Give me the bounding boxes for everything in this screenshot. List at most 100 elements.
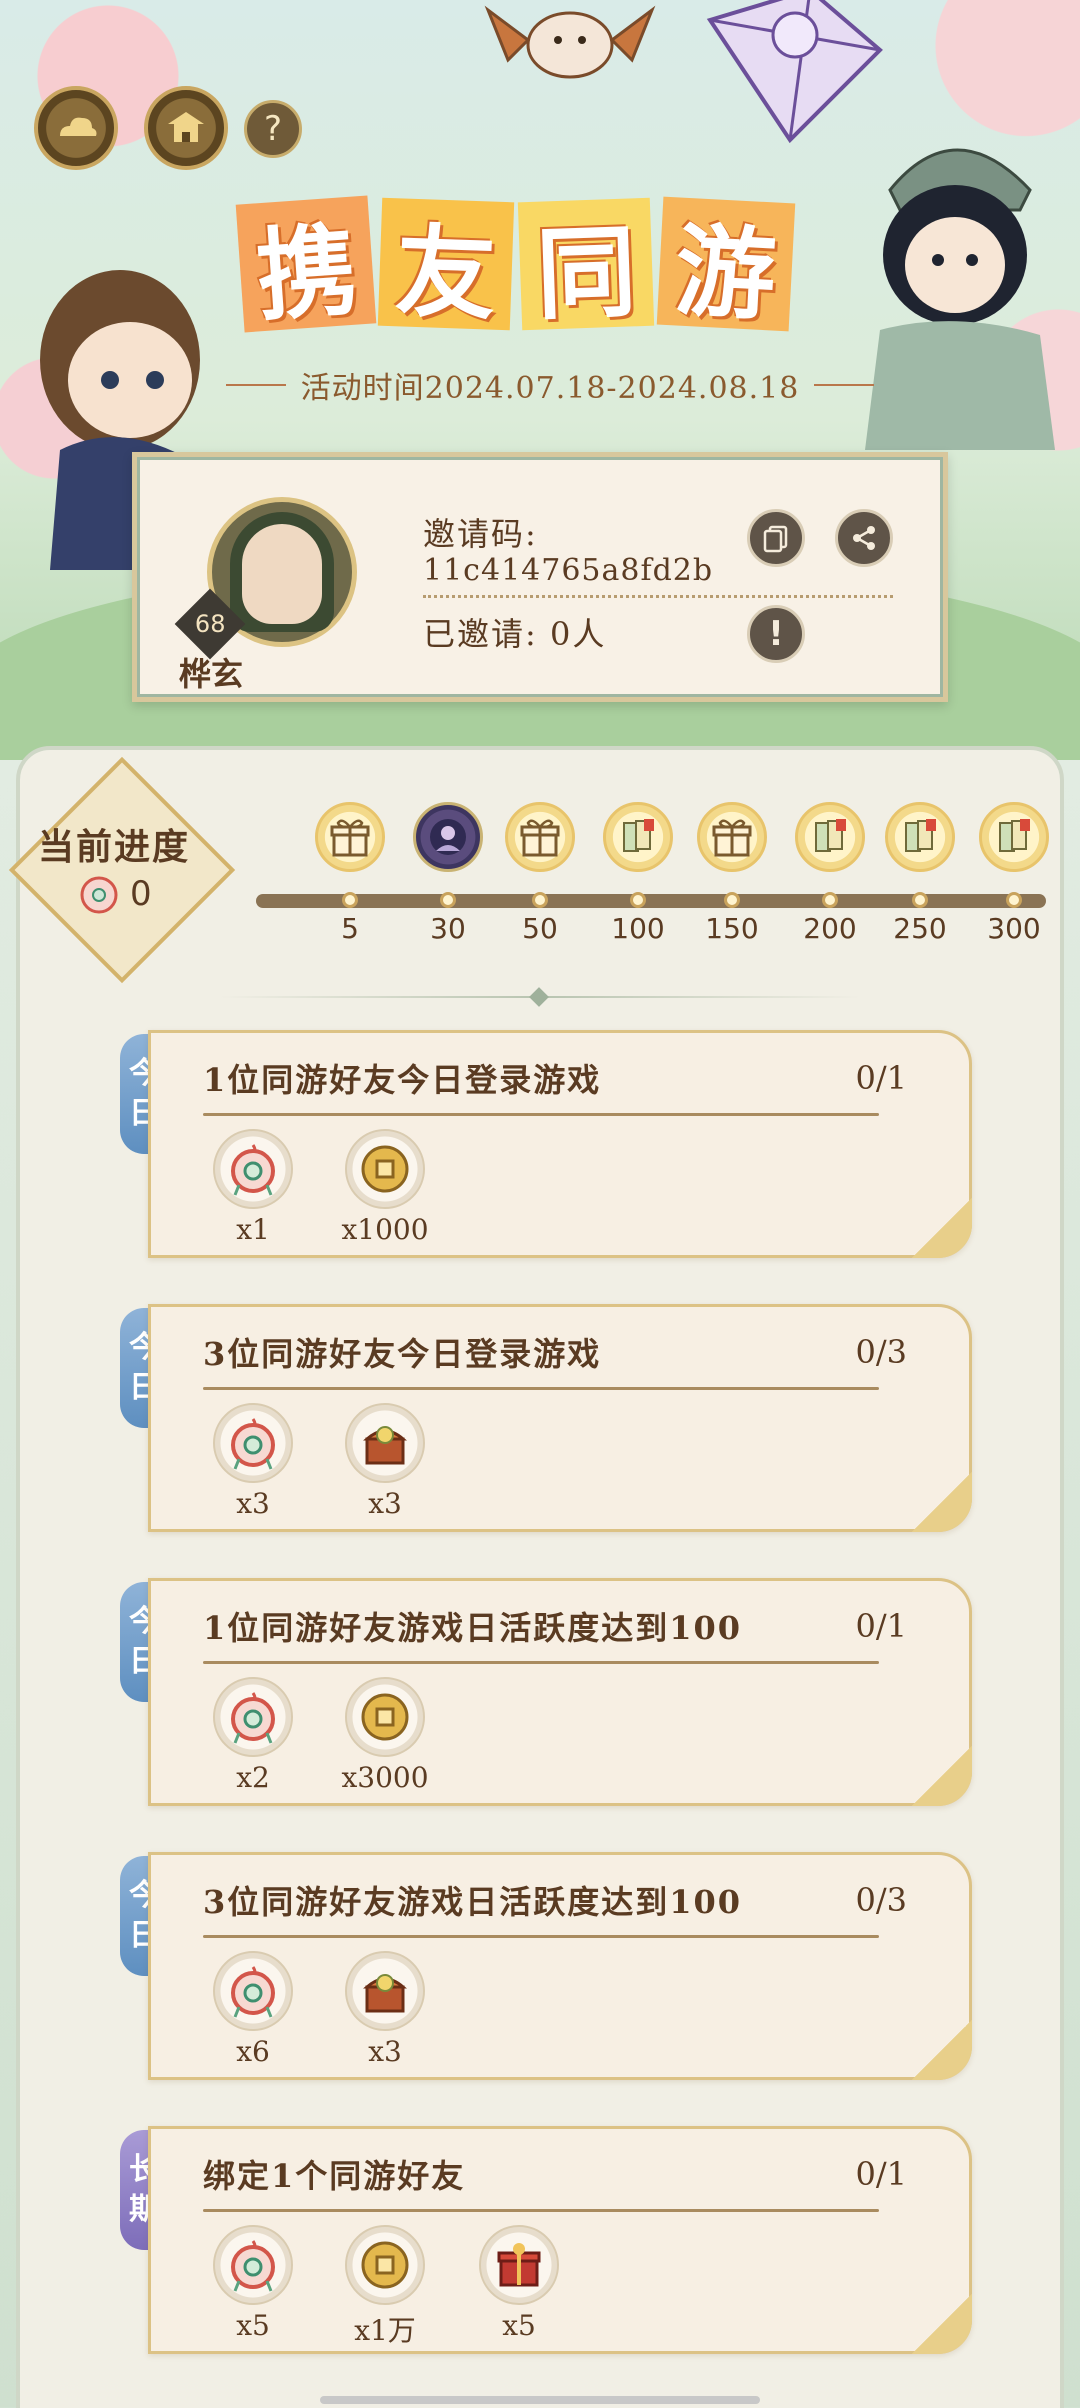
- milestone-marker: [912, 892, 928, 908]
- jade-token-icon: [213, 1129, 293, 1209]
- reward-item[interactable]: x3: [203, 1403, 303, 1520]
- milestone-label: 250: [893, 912, 947, 945]
- copy-icon: [763, 525, 788, 553]
- task-progress: 0/1: [855, 2155, 908, 2193]
- milestone-reward-30[interactable]: [413, 802, 483, 872]
- copper-coin-icon: [345, 1677, 425, 1757]
- milestone-marker: [724, 892, 740, 908]
- info-button[interactable]: !: [747, 605, 805, 663]
- reward-count: x5: [502, 2309, 536, 2342]
- gift-icon: [520, 819, 560, 857]
- reward-count: x5: [236, 2309, 270, 2342]
- right-character-illustration: [865, 148, 1055, 450]
- share-icon: [853, 526, 875, 550]
- milestone-marker: [1006, 892, 1022, 908]
- reward-count: x3: [368, 2035, 402, 2068]
- task-progress: 0/1: [855, 1059, 908, 1097]
- portrait-frame-icon: [430, 819, 466, 855]
- reward-item[interactable]: x1: [203, 1129, 303, 1246]
- home-indicator: [320, 2396, 760, 2404]
- task-title: 3位同游好友游戏日活跃度达到100: [203, 1883, 743, 1921]
- milestone-marker: [630, 892, 646, 908]
- task-divider: [203, 1661, 879, 1664]
- reward-count: x3: [236, 1487, 270, 1520]
- jade-token-icon: [213, 2225, 293, 2305]
- treasure-chest-icon: [345, 1403, 425, 1483]
- pavilion-menu-icon[interactable]: [144, 86, 228, 170]
- task-card[interactable]: 1位同游好友今日登录游戏 0/1 x1 x1000: [148, 1030, 972, 1258]
- milestone-reward-5[interactable]: [315, 802, 385, 872]
- reward-count: x2: [236, 1761, 270, 1794]
- task-divider: [203, 1113, 879, 1116]
- task-card[interactable]: 绑定1个同游好友 0/1 x5 x1万 x5: [148, 2126, 972, 2354]
- scroll-bundle-icon: [905, 819, 936, 852]
- milestone-reward-50[interactable]: [505, 802, 575, 872]
- cloud-menu-icon[interactable]: [34, 86, 118, 170]
- reward-item[interactable]: x1万: [335, 2225, 435, 2349]
- title-char-1: 携: [235, 195, 377, 335]
- activity-time: 活动时间2024.07.18-2024.08.18: [226, 362, 874, 408]
- milestone-marker: [342, 892, 358, 908]
- reward-item[interactable]: x3: [335, 1403, 435, 1520]
- scroll-bundle-icon: [815, 819, 846, 852]
- reward-count: x1: [236, 1213, 270, 1246]
- title-char-3: 同: [517, 197, 655, 333]
- task-card[interactable]: 3位同游好友游戏日活跃度达到100 0/3 x6 x3: [148, 1852, 972, 2080]
- reward-item[interactable]: x1000: [335, 1129, 435, 1246]
- gift-icon: [330, 819, 370, 857]
- invite-code-value: 11c414765a8fd2b: [423, 553, 714, 588]
- title-char-4: 游: [656, 196, 796, 334]
- task-card[interactable]: 1位同游好友游戏日活跃度达到100 0/1 x2 x3000: [148, 1578, 972, 1806]
- profile-card: 68 桦玄 邀请码: 11c414765a8fd2b 已邀请: 0人 !: [132, 452, 948, 702]
- task-progress: 0/3: [855, 1881, 908, 1919]
- milestone-reward-150[interactable]: [697, 802, 767, 872]
- milestone-label: 150: [705, 912, 759, 945]
- reward-count: x3: [368, 1487, 402, 1520]
- task-divider: [203, 2209, 879, 2212]
- milestone-reward-100[interactable]: [603, 802, 673, 872]
- milestone-label: 30: [430, 912, 466, 945]
- share-button[interactable]: [835, 509, 893, 567]
- event-title: 携 友 同 游: [230, 195, 850, 350]
- copy-code-button[interactable]: [747, 509, 805, 567]
- milestone-label: 100: [611, 912, 665, 945]
- milestone-reward-300[interactable]: [979, 802, 1049, 872]
- milestone-label: 300: [987, 912, 1041, 945]
- red-gift-box-icon: [479, 2225, 559, 2305]
- reward-item[interactable]: x5: [203, 2225, 303, 2342]
- reward-count: x3000: [341, 1761, 429, 1794]
- reward-item[interactable]: x5: [469, 2225, 569, 2342]
- reward-count: x1000: [341, 1213, 429, 1246]
- player-name: 桦玄: [179, 655, 244, 693]
- reward-count: x1万: [354, 2314, 416, 2347]
- copper-coin-icon: [345, 2225, 425, 2305]
- reward-item[interactable]: x2: [203, 1677, 303, 1794]
- title-char-2: 友: [377, 197, 515, 333]
- milestone-reward-250[interactable]: [885, 802, 955, 872]
- task-progress: 0/1: [855, 1607, 908, 1645]
- reward-item[interactable]: x6: [203, 1951, 303, 2068]
- milestone-label: 200: [803, 912, 857, 945]
- milestone-marker: [440, 892, 456, 908]
- invite-code-label: 邀请码:: [423, 515, 538, 553]
- task-title: 绑定1个同游好友: [203, 2157, 466, 2195]
- exclamation-icon: !: [768, 614, 784, 654]
- sparrow-illustration: [484, 5, 656, 79]
- progress-value: 0: [130, 874, 152, 914]
- reward-count: x6: [236, 2035, 270, 2068]
- milestone-label: 5: [341, 912, 359, 945]
- help-icon: ?: [263, 109, 283, 149]
- reward-item[interactable]: x3: [335, 1951, 435, 2068]
- copper-coin-icon: [345, 1129, 425, 1209]
- milestone-reward-200[interactable]: [795, 802, 865, 872]
- milestone-label: 50: [522, 912, 558, 945]
- invited-count: 已邀请: 0人: [423, 615, 607, 653]
- task-title: 3位同游好友今日登录游戏: [203, 1335, 602, 1373]
- jade-token-icon: [213, 1951, 293, 2031]
- task-card[interactable]: 3位同游好友今日登录游戏 0/3 x3 x3: [148, 1304, 972, 1532]
- task-progress: 0/3: [855, 1333, 908, 1371]
- task-divider: [203, 1935, 879, 1938]
- help-button[interactable]: ?: [244, 100, 302, 158]
- reward-item[interactable]: x3000: [335, 1677, 435, 1794]
- gift-icon: [712, 819, 752, 857]
